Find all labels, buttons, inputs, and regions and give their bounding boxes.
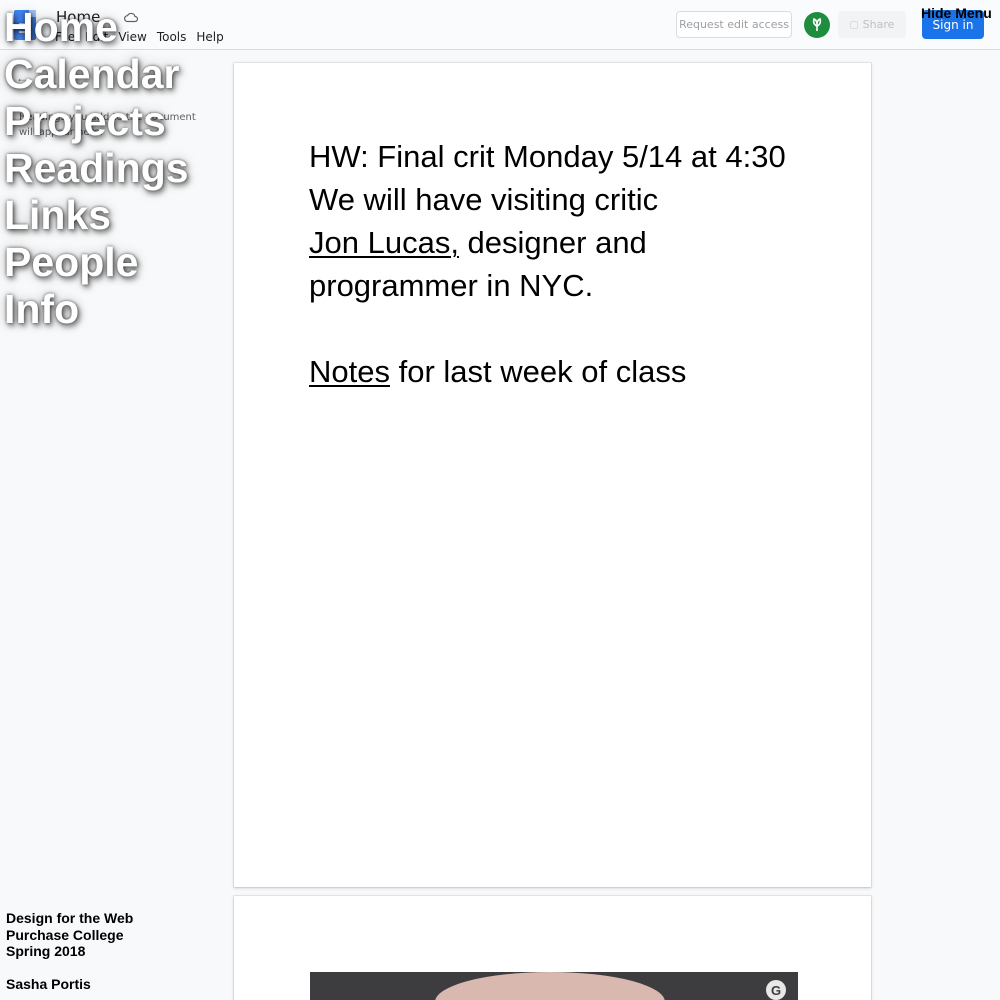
document-page: HW: Final crit Monday 5/14 at 4:30 We wi… bbox=[234, 63, 871, 887]
hide-menu-button[interactable]: Hide Menu bbox=[921, 5, 992, 21]
document-body: HW: Final crit Monday 5/14 at 4:30 We wi… bbox=[309, 135, 809, 393]
critic-photo: G bbox=[310, 972, 798, 1000]
nav-people[interactable]: People bbox=[4, 239, 189, 286]
critic-desc: designer and bbox=[458, 225, 647, 260]
photo-watermark-icon: G bbox=[766, 980, 786, 1000]
account-avatar-icon[interactable] bbox=[804, 12, 830, 38]
document-page-2: G bbox=[234, 896, 871, 1000]
share-label: Share bbox=[862, 18, 895, 31]
menu-help[interactable]: Help bbox=[196, 30, 223, 44]
notes-line: Notes for last week of class bbox=[309, 350, 809, 393]
critic-desc-line: programmer in NYC. bbox=[309, 268, 594, 303]
photo-subject bbox=[435, 972, 665, 1000]
credit-school: Purchase College bbox=[6, 926, 124, 943]
nav-calendar[interactable]: Calendar bbox=[4, 51, 189, 98]
nav-home[interactable]: Home bbox=[4, 4, 189, 51]
critic-link[interactable]: Jon Lucas, bbox=[309, 225, 459, 260]
credit-term: Spring 2018 bbox=[6, 943, 86, 959]
notes-link[interactable]: Notes bbox=[309, 354, 390, 389]
credit-author: Sasha Portis bbox=[6, 975, 91, 992]
share-button[interactable]: Share bbox=[838, 11, 906, 38]
notes-rest: for last week of class bbox=[389, 354, 687, 389]
nav-links[interactable]: Links bbox=[4, 192, 189, 239]
nav-projects[interactable]: Projects bbox=[4, 98, 189, 145]
leaf-icon bbox=[812, 17, 822, 31]
request-edit-access-button[interactable]: Request edit access bbox=[676, 11, 792, 38]
page-root: Home File Edit View Tools Help Request e… bbox=[0, 0, 1000, 1000]
credit-course: Design for the Web bbox=[6, 910, 134, 926]
critic-line: Jon Lucas, designer and bbox=[309, 221, 809, 264]
homework-line: HW: Final crit Monday 5/14 at 4:30 bbox=[309, 139, 786, 174]
nav-readings[interactable]: Readings bbox=[4, 145, 189, 192]
lock-icon bbox=[849, 20, 858, 29]
site-nav: Home Calendar Projects Readings Links Pe… bbox=[4, 4, 189, 333]
nav-info[interactable]: Info bbox=[4, 286, 189, 333]
critic-intro: We will have visiting critic bbox=[309, 182, 659, 217]
course-credit: Design for the Web Purchase College Spri… bbox=[6, 910, 133, 992]
